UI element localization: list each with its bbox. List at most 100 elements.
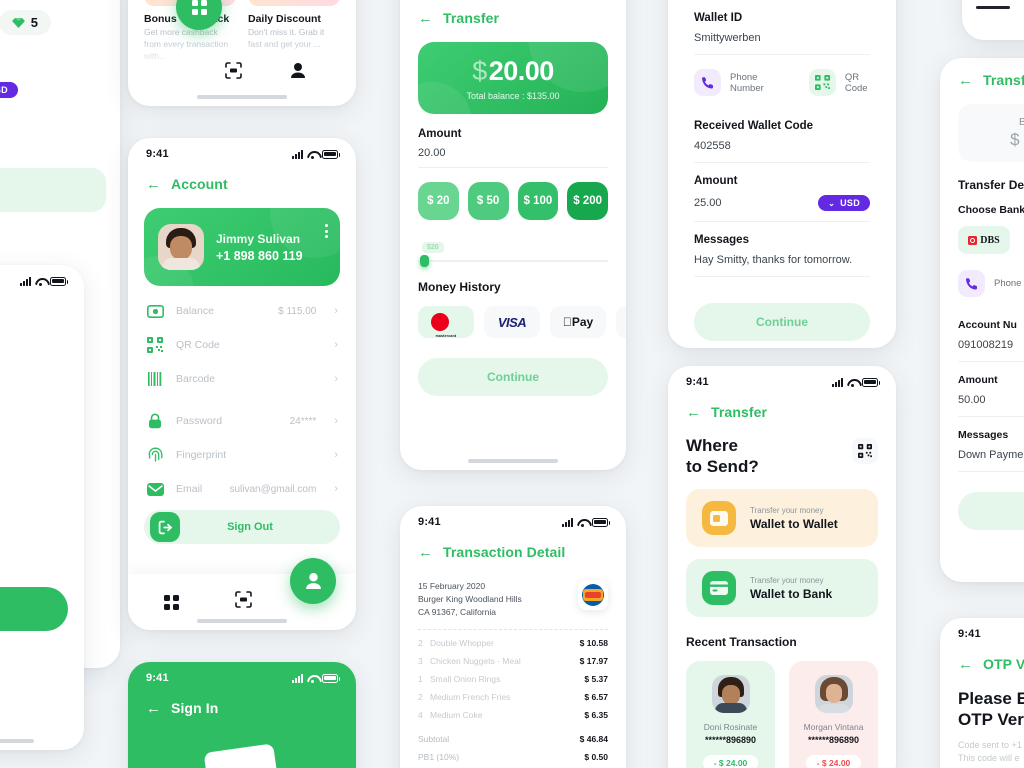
item-price: $ 6.35: [584, 709, 608, 720]
recent-contact-card[interactable]: Doni Rosinate ******896890 - $ 24.00: [686, 661, 775, 768]
summary-label: Subtotal: [418, 733, 450, 744]
battery-icon: [862, 377, 880, 387]
amount-slider[interactable]: $20: [400, 220, 626, 267]
continue-button[interactable]: Continue: [418, 358, 608, 396]
item-name: Medium Coke: [430, 709, 483, 720]
transaction-amount: - $ 24.00: [702, 755, 759, 768]
list-item-fingerprint[interactable]: Fingerprint ›: [128, 438, 356, 472]
transaction-header: 15 February 2020 Burger King Woodland Hi…: [400, 566, 626, 620]
payment-method-apple-pay[interactable]: Pay: [550, 306, 606, 338]
chevron-right-icon: ›: [334, 305, 338, 317]
list-item-qr-code[interactable]: QR Code ›: [128, 328, 356, 362]
list-item-balance[interactable]: Balance $ 115.00 ›: [128, 294, 356, 328]
contact-name: Morgan Vintana: [803, 722, 864, 733]
currency-symbol: $: [1010, 130, 1020, 149]
qr-scan-button[interactable]: [852, 438, 878, 464]
account-number-input[interactable]: 091008219: [940, 331, 1024, 361]
back-arrow-icon[interactable]: ←: [146, 177, 161, 192]
messages-input[interactable]: Down Payme: [940, 441, 1024, 471]
payment-method-visa[interactable]: VISA: [484, 306, 540, 338]
tab-profile[interactable]: [290, 62, 306, 84]
welcome-cta-button[interactable]: [0, 586, 68, 631]
list-item-barcode[interactable]: Barcode ›: [128, 362, 356, 396]
item-qty: 4: [418, 709, 423, 720]
option-subtitle: Transfer your money: [750, 505, 824, 515]
bank-name: DBS: [980, 234, 1000, 246]
amount-value: 50.00: [958, 394, 986, 406]
floating-action-button-profile[interactable]: [290, 558, 336, 604]
amount-input[interactable]: 20.00: [400, 140, 626, 167]
divider: [958, 471, 1024, 472]
payment-method-google-pay[interactable]: GP: [616, 306, 626, 338]
summary-row-subtotal: Subtotal $ 46.84: [400, 730, 626, 748]
gem-icon: [11, 17, 25, 29]
bank-option-dbs[interactable]: DBS: [958, 226, 1010, 254]
item-price: $ 17.97: [579, 655, 608, 666]
back-arrow-icon[interactable]: ←: [958, 73, 973, 88]
quick-amount-20[interactable]: $ 20: [418, 182, 459, 220]
quick-amount-200[interactable]: $ 200: [567, 182, 608, 220]
ghost-button[interactable]: [0, 167, 106, 212]
back-arrow-icon[interactable]: ←: [418, 11, 433, 26]
balance-value: $ 115.0: [1010, 130, 1024, 150]
quick-amount-50[interactable]: $ 50: [467, 182, 509, 220]
summary-row-tax: PB1 (10%) $ 0.50: [400, 748, 626, 766]
phone-icon: [958, 270, 985, 297]
lock-icon: [146, 412, 164, 430]
nav-header: ← Transfer: [940, 58, 1024, 94]
cellular-icon: [292, 673, 303, 683]
slider-handle[interactable]: [420, 255, 429, 267]
tab-home[interactable]: [164, 594, 179, 610]
otp-subtitle: Code sent to +1 This code will e: [940, 731, 1024, 767]
continue-button[interactable]: Continue: [694, 303, 870, 341]
wallet-code-input[interactable]: 402558: [668, 132, 896, 162]
back-arrow-icon[interactable]: ←: [418, 545, 433, 560]
option-wallet-to-bank[interactable]: Transfer your money Wallet to Bank: [686, 559, 878, 618]
status-bar: 9:41: [668, 366, 896, 390]
quick-amount-100[interactable]: $ 100: [517, 182, 559, 220]
table-row: 4 Medium Coke $ 6.35: [400, 706, 626, 724]
payment-method-mastercard[interactable]: mastercard: [418, 306, 474, 338]
divider: [694, 276, 870, 277]
grid-icon: [191, 0, 207, 15]
sign-out-label: Sign Out: [227, 521, 273, 533]
more-vertical-icon[interactable]: [325, 224, 328, 241]
method-qr-code[interactable]: QR Code: [808, 69, 870, 96]
messages-input[interactable]: Hay Smitty, thanks for tomorrow.: [668, 246, 896, 276]
reward-chip-gems-2[interactable]: 5: [0, 10, 51, 35]
account-profile-card[interactable]: Jimmy Sulivan +1 898 860 119: [144, 208, 340, 286]
choose-bank-label: Choose Bank: [958, 204, 1024, 216]
screen-promo-fragment: Bonus Cashback Get more cashback from ev…: [128, 0, 356, 106]
method-label: Phone: [994, 278, 1022, 289]
table-row: 3 Chicken Nuggets - Meal $ 17.97: [400, 652, 626, 670]
amount-input[interactable]: 25.00: [694, 197, 722, 209]
back-arrow-icon[interactable]: ←: [686, 405, 701, 420]
apple-pay-icon: Pay: [563, 315, 593, 329]
back-arrow-icon[interactable]: ←: [958, 657, 973, 672]
currency-pill[interactable]: ⌄ USD: [818, 195, 870, 211]
sign-out-button[interactable]: Sign Out: [144, 510, 340, 544]
item-price: $ 10.58: [579, 637, 608, 648]
status-bar: 9:41: [0, 265, 84, 289]
method-phone-number[interactable]: Phone: [958, 270, 1021, 297]
amount-input[interactable]: 50.00: [940, 386, 1024, 416]
list-item-password[interactable]: Password 24**** ›: [128, 404, 356, 438]
amount-label: Amount: [694, 175, 738, 187]
recent-contact-card[interactable]: Morgan Vintana ******896890 - $ 24.00: [789, 661, 878, 768]
option-wallet-to-wallet[interactable]: Transfer your money Wallet to Wallet: [686, 489, 878, 548]
tab-scan[interactable]: [235, 591, 252, 613]
welcome-subtitle-line1: r wallet: [0, 529, 68, 545]
tab-scan[interactable]: [225, 62, 243, 84]
currency-pill[interactable]: ⌄ USD: [0, 81, 18, 98]
battery-icon: [322, 673, 340, 683]
method-phone-number[interactable]: Phone Number: [694, 69, 775, 96]
continue-button[interactable]: [958, 492, 1024, 530]
wallet-id-input[interactable]: Smittywerben: [668, 24, 896, 54]
apple-pay-label: Pay: [567, 315, 593, 329]
list-item-email[interactable]: Email sulivan@gmail.com ›: [128, 472, 356, 506]
scan-icon: [225, 62, 243, 79]
account-number-label: Account Nu: [958, 319, 1017, 331]
wifi-icon: [35, 277, 46, 286]
back-arrow-icon[interactable]: ←: [146, 701, 161, 716]
screen-where-to-send: 9:41 ← Transfer Where to Send? Transfer …: [668, 366, 896, 768]
